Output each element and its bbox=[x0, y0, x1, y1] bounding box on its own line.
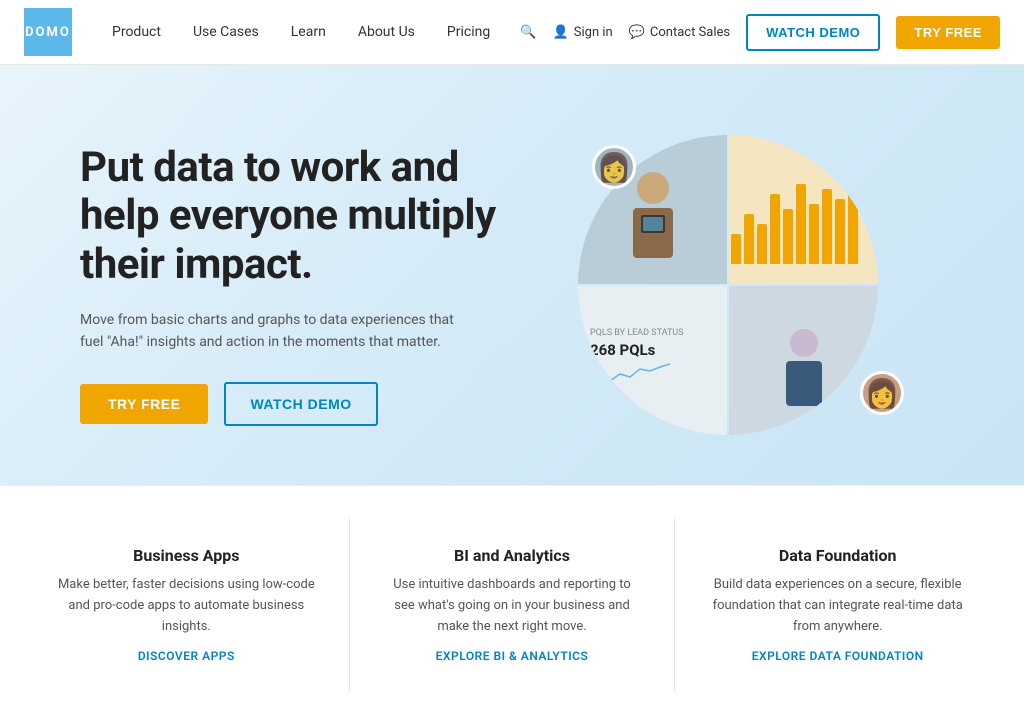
stat-label: PQLS BY LEAD STATUS bbox=[590, 328, 715, 338]
card-link-data-foundation[interactable]: EXPLORE DATA FOUNDATION bbox=[707, 649, 968, 663]
card-link-bi-analytics[interactable]: EXPLORE BI & ANALYTICS bbox=[382, 649, 643, 663]
quadrant-bar-chart bbox=[729, 135, 878, 284]
bar bbox=[835, 199, 845, 264]
hero-content: Put data to work and help everyone multi… bbox=[80, 144, 512, 426]
bar bbox=[809, 204, 819, 264]
card-business-apps: Business Apps Make better, faster decisi… bbox=[24, 518, 350, 691]
card-desc-data-foundation: Build data experiences on a secure, flex… bbox=[707, 575, 968, 637]
card-title-business-apps: Business Apps bbox=[56, 546, 317, 565]
hero-subtitle: Move from basic charts and graphs to dat… bbox=[80, 309, 460, 354]
hero-buttons: TRY FREE WATCH DEMO bbox=[80, 382, 512, 426]
card-title-data-foundation: Data Foundation bbox=[707, 546, 968, 565]
logo[interactable]: DOMO bbox=[24, 8, 72, 56]
contact-sales-label: Contact Sales bbox=[650, 25, 730, 40]
logo-text: DOMO bbox=[25, 25, 71, 40]
person-icon-1: 👩 bbox=[597, 151, 632, 184]
stat-value: 268 PQLs bbox=[590, 341, 715, 359]
hero-visual: 👩 PQLS BY LEAD bbox=[512, 125, 944, 445]
nav-link-use-cases[interactable]: Use Cases bbox=[181, 16, 271, 48]
bar bbox=[757, 224, 767, 264]
bar bbox=[848, 174, 858, 264]
avatar-person-1: 👩 bbox=[592, 145, 636, 189]
watch-demo-button-nav[interactable]: WATCH DEMO bbox=[746, 14, 880, 51]
cards-section: Business Apps Make better, faster decisi… bbox=[0, 485, 1024, 723]
signin-link[interactable]: 👤 Sign in bbox=[553, 25, 613, 40]
card-bi-analytics: BI and Analytics Use intuitive dashboard… bbox=[350, 518, 676, 691]
user-icon: 👤 bbox=[553, 25, 569, 40]
avatar-person-2: 👩 bbox=[860, 371, 904, 415]
person-icon-2: 👩 bbox=[865, 377, 900, 410]
search-link[interactable]: 🔍 bbox=[520, 25, 536, 40]
nav-item-pricing[interactable]: Pricing bbox=[435, 16, 502, 48]
bar bbox=[731, 234, 741, 264]
quadrant-stat: PQLS BY LEAD STATUS 268 PQLs bbox=[578, 286, 727, 435]
bar-chart-visual bbox=[729, 194, 868, 274]
sparkline bbox=[590, 359, 670, 389]
nav-link-learn[interactable]: Learn bbox=[279, 16, 338, 48]
contact-sales-link[interactable]: 💬 Contact Sales bbox=[629, 25, 730, 40]
bar bbox=[822, 189, 832, 264]
card-desc-bi-analytics: Use intuitive dashboards and reporting t… bbox=[382, 575, 643, 637]
nav-item-about-us[interactable]: About Us bbox=[346, 16, 427, 48]
person-2-illustration bbox=[764, 311, 844, 411]
nav-link-pricing[interactable]: Pricing bbox=[435, 16, 502, 48]
quadrant-person-2 bbox=[729, 286, 878, 435]
nav-item-product[interactable]: Product bbox=[100, 16, 173, 48]
bar bbox=[796, 184, 806, 264]
nav-link-product[interactable]: Product bbox=[100, 16, 173, 48]
hero-title: Put data to work and help everyone multi… bbox=[80, 144, 512, 289]
bar bbox=[744, 214, 754, 264]
card-title-bi-analytics: BI and Analytics bbox=[382, 546, 643, 565]
card-desc-business-apps: Make better, faster decisions using low-… bbox=[56, 575, 317, 637]
navbar-right: 🔍 👤 Sign in 💬 Contact Sales WATCH DEMO T… bbox=[520, 14, 1000, 51]
navbar: DOMO Product Use Cases Learn About Us Pr… bbox=[0, 0, 1024, 65]
nav-link-about-us[interactable]: About Us bbox=[346, 16, 427, 48]
bar bbox=[783, 209, 793, 264]
card-data-foundation: Data Foundation Build data experiences o… bbox=[675, 518, 1000, 691]
try-free-button-nav[interactable]: TRY FREE bbox=[896, 16, 1000, 49]
try-free-button-hero[interactable]: TRY FREE bbox=[80, 384, 208, 424]
nav-links: Product Use Cases Learn About Us Pricing bbox=[100, 16, 502, 48]
hero-section: Put data to work and help everyone multi… bbox=[0, 65, 1024, 485]
navbar-left: DOMO Product Use Cases Learn About Us Pr… bbox=[24, 8, 502, 56]
chat-icon: 💬 bbox=[629, 25, 645, 40]
search-icon: 🔍 bbox=[520, 25, 536, 40]
card-link-business-apps[interactable]: DISCOVER APPS bbox=[56, 649, 317, 663]
nav-item-learn[interactable]: Learn bbox=[279, 16, 338, 48]
bar bbox=[770, 194, 780, 264]
signin-label: Sign in bbox=[574, 25, 613, 40]
nav-item-use-cases[interactable]: Use Cases bbox=[181, 16, 271, 48]
watch-demo-button-hero[interactable]: WATCH DEMO bbox=[224, 382, 377, 426]
